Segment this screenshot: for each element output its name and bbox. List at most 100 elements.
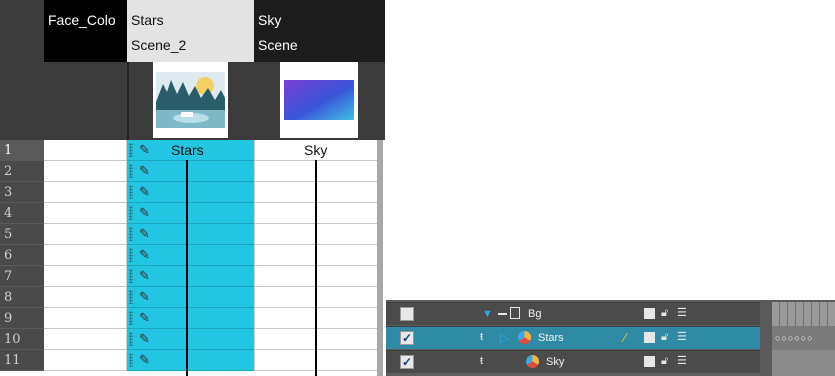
drag-grip-icon[interactable] (129, 353, 133, 367)
frame-ruler[interactable] (772, 302, 835, 326)
column-name: Face_Colo (48, 12, 116, 28)
stars-cell[interactable]: ✎ (127, 182, 254, 203)
stars-cell[interactable]: ✎ (127, 329, 254, 350)
sky-cell[interactable] (254, 308, 380, 329)
sky-hold-line (315, 160, 317, 376)
stars-cell[interactable]: ✎ (127, 203, 254, 224)
frame-row[interactable]: 7 ✎ (0, 266, 385, 287)
color-swatch-icon[interactable] (644, 356, 655, 367)
drag-grip-icon[interactable] (129, 311, 133, 325)
pencil-icon: ✎ (139, 142, 150, 157)
stars-cell[interactable]: ✎ Stars (127, 140, 254, 161)
sky-cell[interactable] (254, 161, 380, 182)
face-cell[interactable] (44, 287, 127, 308)
face-cell[interactable] (44, 224, 127, 245)
collapse-triangle-icon[interactable]: ▼ (482, 305, 493, 323)
layer-enable-checkbox[interactable]: ✓ (400, 355, 414, 369)
column-scene-name: Scene (258, 37, 298, 53)
face-cell[interactable] (44, 350, 127, 371)
sky-cell[interactable] (254, 350, 380, 371)
face-cell[interactable] (44, 140, 127, 161)
column-header-sky[interactable]: Sky Scene (254, 0, 385, 140)
stars-hold-line (186, 160, 188, 376)
drag-grip-icon[interactable] (129, 206, 133, 220)
thumbnail-strip (44, 62, 127, 140)
parent-link-icon: ŧ (480, 331, 484, 343)
frame-row[interactable]: 2 ✎ (0, 161, 385, 182)
layer-enable-checkbox[interactable]: ✓ (400, 331, 414, 345)
pencil-icon: ✎ (139, 205, 150, 220)
layer-stack-icon[interactable]: ☰ (677, 331, 689, 344)
drag-grip-icon[interactable] (129, 332, 133, 346)
column-header-face-color[interactable]: Face_Colo (44, 0, 127, 140)
drag-grip-icon[interactable] (129, 143, 133, 157)
sky-cell[interactable] (254, 224, 380, 245)
frame-row[interactable]: 6 ✎ (0, 245, 385, 266)
face-cell[interactable] (44, 203, 127, 224)
column-name: Stars (131, 12, 164, 28)
frame-row[interactable]: 11 ✎ (0, 350, 385, 371)
layer-stack-icon[interactable]: ☰ (677, 307, 689, 320)
drag-grip-icon[interactable] (129, 185, 133, 199)
stars-cell[interactable]: ✎ (127, 224, 254, 245)
pencil-icon: ✎ (139, 310, 150, 325)
pencil-icon: ✎ (139, 226, 150, 241)
layer-name: Stars (538, 332, 564, 344)
sky-cell[interactable]: Sky (254, 140, 380, 161)
stars-cell[interactable]: ✎ (127, 266, 254, 287)
sky-cell[interactable] (254, 329, 380, 350)
layer-row-bg[interactable]: ▼ Bg 🔓︎ ☰ (386, 302, 766, 325)
frame-row[interactable]: 1 ✎ Stars Sky (0, 140, 385, 161)
lock-icon[interactable]: 🔓︎ (661, 331, 671, 344)
frame-row[interactable]: 4 ✎ (0, 203, 385, 224)
column-header-stars[interactable]: Stars Scene_2 (127, 0, 254, 140)
color-swatch-icon[interactable] (644, 332, 655, 343)
frame-number: 6 (0, 245, 44, 266)
frame-number: 3 (0, 182, 44, 203)
frame-row[interactable]: 3 ✎ (0, 182, 385, 203)
sky-cell[interactable] (254, 203, 380, 224)
frame-row[interactable]: 10 ✎ (0, 329, 385, 350)
pencil-icon: ✎ (139, 352, 150, 367)
lock-icon[interactable]: 🔓︎ (661, 355, 671, 368)
drag-grip-icon[interactable] (129, 164, 133, 178)
stars-cell[interactable]: ✎ (127, 245, 254, 266)
sky-cell[interactable] (254, 287, 380, 308)
frame-number: 10 (0, 329, 44, 350)
lock-icon[interactable]: 🔓︎ (661, 307, 671, 320)
face-cell[interactable] (44, 182, 127, 203)
xsheet-scrollbar[interactable] (377, 140, 383, 376)
sky-cell[interactable] (254, 245, 380, 266)
frame-row[interactable]: 8 ✎ (0, 287, 385, 308)
drag-grip-icon[interactable] (129, 269, 133, 283)
frame-row[interactable]: 5 ✎ (0, 224, 385, 245)
frame-cells-stars[interactable]: ○○○○○○ (772, 326, 835, 350)
frame-row[interactable]: 9 ✎ (0, 308, 385, 329)
face-cell[interactable] (44, 308, 127, 329)
face-cell[interactable] (44, 266, 127, 287)
face-cell[interactable] (44, 329, 127, 350)
sky-thumbnail-image (280, 62, 358, 138)
column-scene-name: Scene_2 (131, 37, 187, 53)
face-cell[interactable] (44, 161, 127, 182)
expand-triangle-icon[interactable]: ▷ (500, 331, 509, 345)
color-swatch-icon[interactable] (644, 308, 655, 319)
layer-row-stars[interactable]: ✓ ŧ ▷ Stars ⁄ 🔓︎ ☰ (386, 326, 766, 349)
layer-stack-icon[interactable]: ☰ (677, 355, 689, 368)
drag-grip-icon[interactable] (129, 227, 133, 241)
drag-grip-icon[interactable] (129, 248, 133, 262)
drag-grip-icon[interactable] (129, 290, 133, 304)
stars-cell[interactable]: ✎ (127, 287, 254, 308)
pencil-icon[interactable]: ⁄ (624, 330, 626, 346)
stars-cell[interactable]: ✎ (127, 350, 254, 371)
layer-enable-checkbox[interactable] (400, 307, 414, 321)
frame-number: 8 (0, 287, 44, 308)
sky-cell[interactable] (254, 266, 380, 287)
frame-cells-sky[interactable] (772, 350, 835, 376)
sky-cell[interactable] (254, 182, 380, 203)
stars-cell[interactable]: ✎ (127, 308, 254, 329)
pencil-icon: ✎ (139, 163, 150, 178)
layer-row-sky[interactable]: ✓ ŧ Sky 🔓︎ ☰ (386, 350, 766, 373)
stars-cell[interactable]: ✎ (127, 161, 254, 182)
face-cell[interactable] (44, 245, 127, 266)
